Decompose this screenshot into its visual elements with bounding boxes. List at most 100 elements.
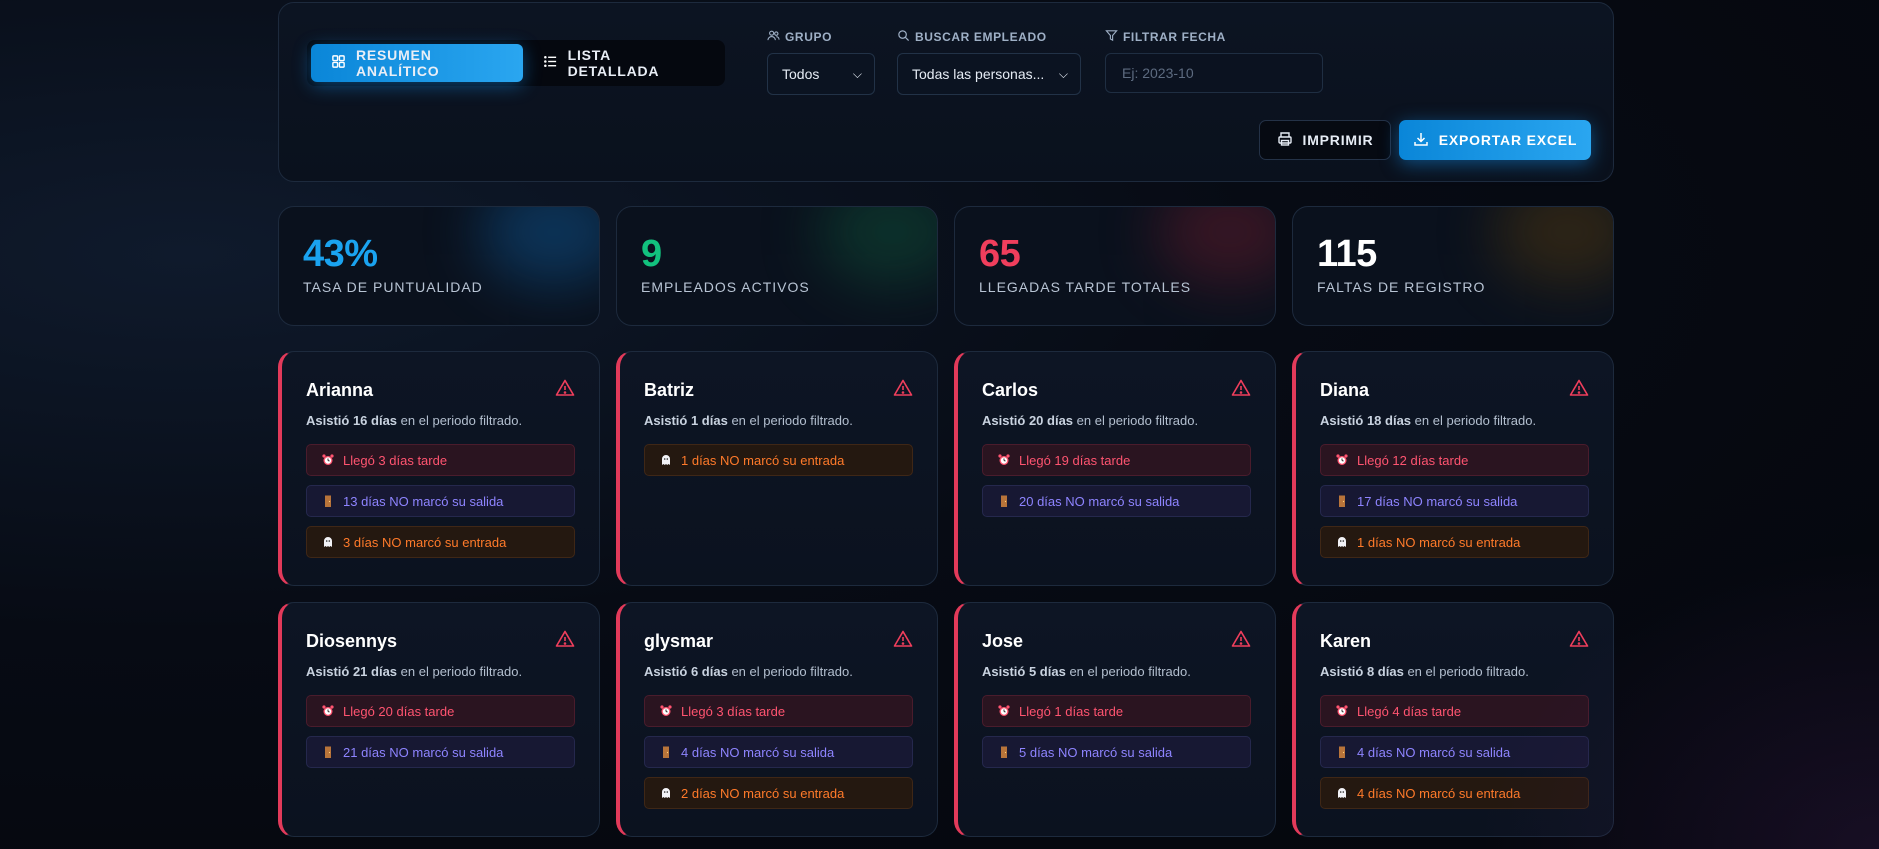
ghost-icon [1335,535,1349,549]
date-input[interactable]: Ej: 2023-10 [1105,53,1323,93]
attendance-suffix: en el periodo filtrado. [1076,413,1199,428]
attendance-days: Asistió 1 días [644,413,728,428]
stat-value: 43% [303,233,378,275]
print-button[interactable]: Imprimir [1259,120,1391,160]
issue-late: Llegó 12 días tarde [1320,444,1589,476]
issue-text: 5 días NO marcó su salida [1019,744,1173,760]
issue-text: Llegó 3 días tarde [681,703,786,719]
filter-icon [1105,29,1118,45]
attendance-text: Asistió 20 días en el periodo filtrado. [982,413,1251,428]
attendance-text: Asistió 16 días en el periodo filtrado. [306,413,575,428]
issue-list: Llegó 20 días tarde 21 días NO marcó su s… [306,695,575,768]
date-input-placeholder: Ej: 2023-10 [1122,65,1194,81]
stat-value: 9 [641,233,662,275]
issue-out: 13 días NO marcó su salida [306,485,575,517]
stat-label: Faltas de Registro [1317,279,1486,295]
employee-card-batriz[interactable]: Batriz Asistió 1 días en el periodo filt… [616,351,938,586]
date-filter-label: Filtrar Fecha [1123,30,1226,44]
issue-list: Llegó 3 días tarde 4 días NO marcó su sal… [644,695,913,809]
employee-card-diosennys[interactable]: Diosennys Asistió 21 días en el periodo … [278,602,600,837]
attendance-suffix: en el periodo filtrado. [1407,664,1529,679]
attendance-days: Asistió 20 días [982,413,1074,428]
employee-name: Diana [1320,380,1370,400]
attendance-suffix: en el periodo filtrado. [1414,413,1537,428]
employee-card-diana[interactable]: Diana Asistió 18 días en el periodo filt… [1292,351,1614,586]
group-select-value: Todos [782,66,820,82]
employee-card-carlos[interactable]: Carlos Asistió 20 días en el periodo fil… [954,351,1276,586]
door-icon [1335,745,1349,759]
issue-in: 4 días NO marcó su entrada [1320,777,1589,809]
tab-label: Lista Detallada [567,47,660,79]
warning-icon [893,629,913,654]
issue-out: 4 días NO marcó su salida [1320,736,1589,768]
attendance-text: Asistió 5 días en el periodo filtrado. [982,664,1251,679]
users-icon [767,29,780,45]
group-select[interactable]: Todos ⌵ [767,53,875,95]
issue-text: Llegó 19 días tarde [1019,452,1131,468]
stats-row: 43% Tasa de Puntualidad 9 Empleados Acti… [278,206,1614,326]
ghost-icon [321,535,335,549]
control-panel: Resumen Analítico Lista Detallada Grupo … [278,2,1614,182]
issue-text: 1 días NO marcó su entrada [1357,534,1521,550]
door-icon [321,494,335,508]
tab-resumen-analitico[interactable]: Resumen Analítico [311,44,523,82]
stat-value: 65 [979,233,1021,275]
issue-list: Llegó 19 días tarde 20 días NO marcó su s… [982,444,1251,517]
issue-text: Llegó 1 días tarde [1019,703,1124,719]
stat-card-faltas: 115 Faltas de Registro [1292,206,1614,326]
ghost-icon [659,453,673,467]
employee-select-value: Todas las personas... [912,66,1045,82]
issue-text: 2 días NO marcó su entrada [681,785,845,801]
alarm-clock-icon [321,453,335,467]
attendance-suffix: en el periodo filtrado. [731,413,853,428]
door-icon [321,745,335,759]
alarm-clock-icon [1335,704,1349,718]
warning-icon [893,378,913,403]
export-excel-button[interactable]: Exportar Excel [1399,120,1591,160]
issue-out: 4 días NO marcó su salida [644,736,913,768]
attendance-days: Asistió 8 días [1320,664,1404,679]
issue-text: Llegó 4 días tarde [1357,703,1462,719]
grid-icon [331,54,346,72]
issue-text: 4 días NO marcó su salida [1357,744,1511,760]
issue-out: 21 días NO marcó su salida [306,736,575,768]
issue-list: Llegó 1 días tarde 5 días NO marcó su sal… [982,695,1251,768]
warning-icon [555,378,575,403]
employee-card-jose[interactable]: Jose Asistió 5 días en el periodo filtra… [954,602,1276,837]
warning-icon [555,629,575,654]
date-filter: Filtrar Fecha Ej: 2023-10 [1105,29,1323,93]
issue-late: Llegó 4 días tarde [1320,695,1589,727]
issue-late: Llegó 1 días tarde [982,695,1251,727]
issue-list: Llegó 12 días tarde 17 días NO marcó su s… [1320,444,1589,558]
attendance-days: Asistió 21 días [306,664,398,679]
issue-text: 1 días NO marcó su entrada [681,452,845,468]
issue-text: 20 días NO marcó su salida [1019,493,1180,509]
door-icon [997,745,1011,759]
employee-card-karen[interactable]: Karen Asistió 8 días en el periodo filtr… [1292,602,1614,837]
attendance-suffix: en el periodo filtrado. [400,413,523,428]
export-button-label: Exportar Excel [1438,132,1578,148]
ghost-icon [659,786,673,800]
issue-text: 17 días NO marcó su salida [1357,493,1518,509]
employee-select[interactable]: Todas las personas... ⌵ [897,53,1081,95]
stat-value: 115 [1317,233,1377,275]
attendance-days: Asistió 6 días [644,664,728,679]
stat-card-puntualidad: 43% Tasa de Puntualidad [278,206,600,326]
employee-filter-label: Buscar Empleado [915,30,1047,44]
door-icon [1335,494,1349,508]
issue-list: Llegó 4 días tarde 4 días NO marcó su sal… [1320,695,1589,809]
alarm-clock-icon [321,704,335,718]
view-toggle: Resumen Analítico Lista Detallada [307,40,725,86]
door-icon [997,494,1011,508]
print-button-label: Imprimir [1302,132,1374,148]
issue-text: Llegó 20 días tarde [343,703,455,719]
employee-card-arianna[interactable]: Arianna Asistió 16 días en el periodo fi… [278,351,600,586]
employee-name: Batriz [644,380,695,400]
tab-lista-detallada[interactable]: Lista Detallada [523,44,721,82]
issue-out: 5 días NO marcó su salida [982,736,1251,768]
employee-name: Karen [1320,631,1372,651]
employee-card-glysmar[interactable]: glysmar Asistió 6 días en el periodo fil… [616,602,938,837]
stat-card-empleados: 9 Empleados Activos [616,206,938,326]
warning-icon [1569,629,1589,654]
employee-name: glysmar [644,631,714,651]
